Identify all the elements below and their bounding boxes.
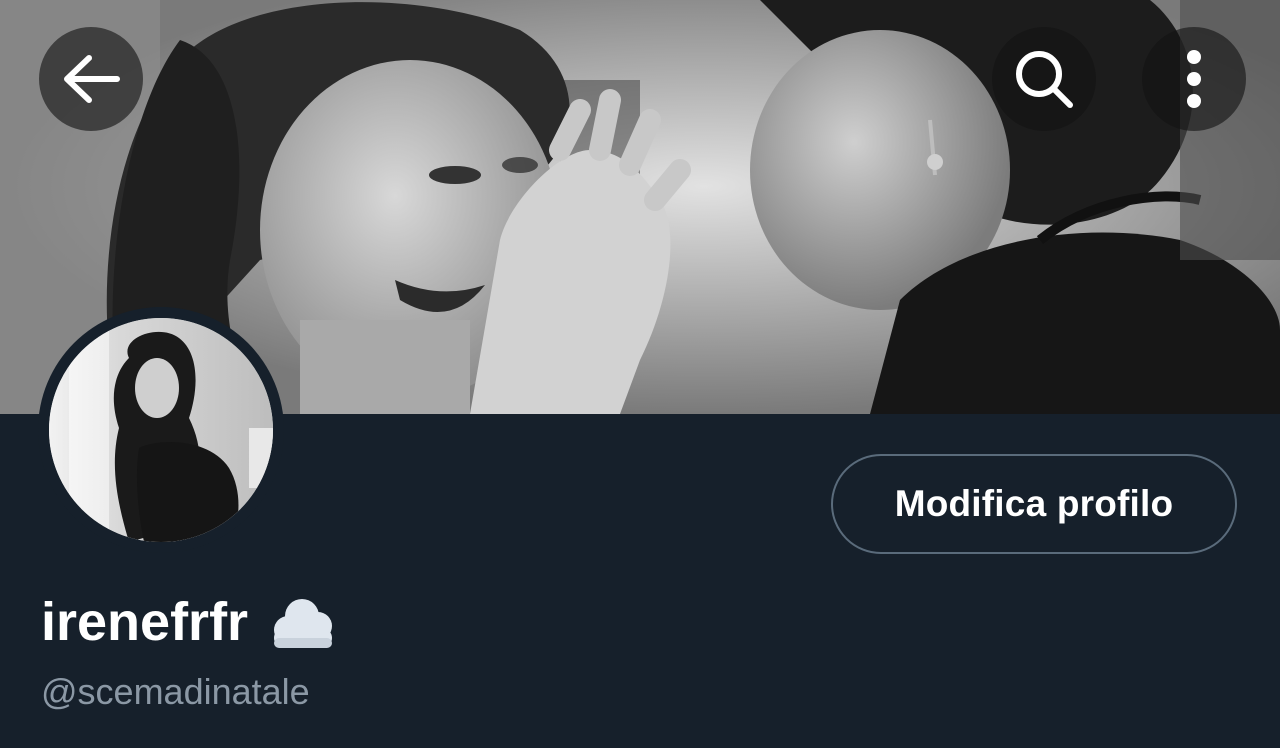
search-button[interactable]: [992, 27, 1096, 131]
more-vertical-icon: [1184, 47, 1204, 111]
display-name-row: irenefrfr: [41, 588, 338, 656]
edit-profile-button[interactable]: Modifica profilo: [831, 454, 1237, 554]
search-icon: [1012, 47, 1076, 111]
profile-screen: Modifica profilo irenefrfr @scemadinatal…: [0, 0, 1280, 748]
arrow-left-icon: [61, 53, 121, 105]
back-button[interactable]: [39, 27, 143, 131]
cloud-icon: [266, 592, 338, 652]
username-handle: @scemadinatale: [41, 671, 310, 712]
display-name: irenefrfr: [41, 592, 249, 652]
more-options-button[interactable]: [1142, 27, 1246, 131]
avatar-photo-art: [49, 318, 273, 542]
avatar-photo: [49, 318, 273, 542]
avatar[interactable]: [38, 307, 284, 553]
